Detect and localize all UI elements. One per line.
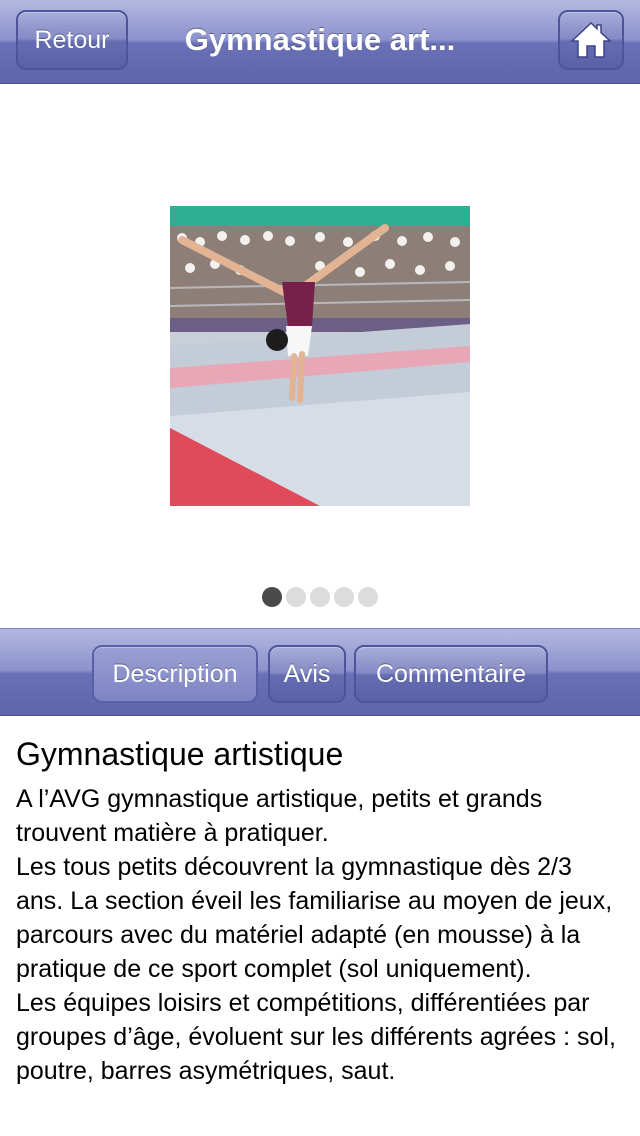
content-heading: Gymnastique artistique — [16, 736, 344, 772]
tab-commentaire[interactable]: Commentaire — [354, 645, 548, 703]
segmented-tab-bar: Description Avis Commentaire — [0, 628, 640, 716]
page-dot-2[interactable] — [286, 587, 306, 607]
photo-gallery[interactable] — [0, 85, 640, 628]
gymnast-photo[interactable] — [170, 206, 470, 506]
page-dot-5[interactable] — [358, 587, 378, 607]
paragraph-intro: A l’AVG gymnastique artistique, petits e… — [16, 785, 543, 847]
home-icon — [571, 21, 611, 58]
page-title: Gymnastique art... — [184, 22, 456, 57]
paragraph-eveil: Les tous petits découvrent la gymnastiqu… — [16, 853, 613, 983]
navigation-bar: Retour Gymnastique art... — [0, 0, 640, 84]
page-dot-4[interactable] — [334, 587, 354, 607]
back-button[interactable]: Retour — [16, 10, 128, 70]
home-button[interactable] — [558, 10, 624, 70]
page-dot-1[interactable] — [262, 587, 282, 607]
tab-description[interactable]: Description — [92, 645, 258, 703]
page-indicator[interactable] — [0, 587, 640, 609]
tab-avis[interactable]: Avis — [268, 645, 346, 703]
description-content[interactable]: Gymnastique artistique A l’AVG gymnastiq… — [16, 716, 626, 1136]
page-dot-3[interactable] — [310, 587, 330, 607]
paragraph-equipes: Les équipes loisirs et compétitions, dif… — [16, 989, 616, 1085]
